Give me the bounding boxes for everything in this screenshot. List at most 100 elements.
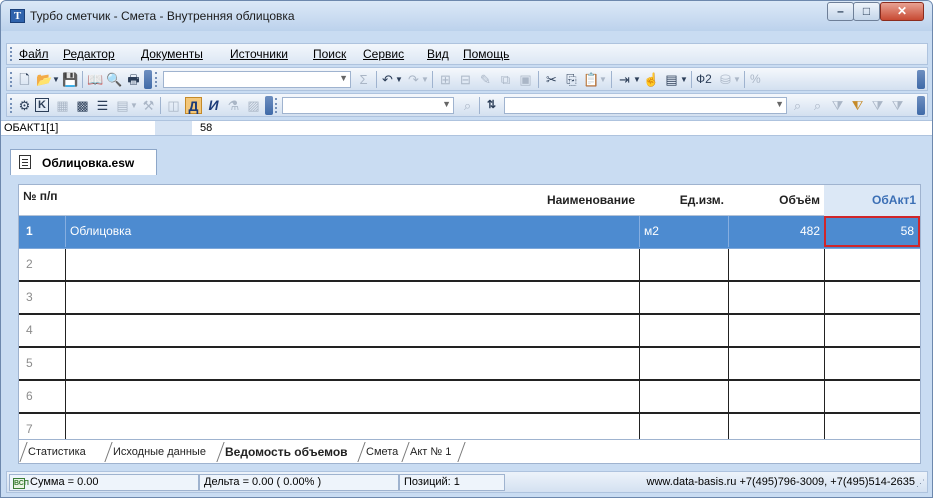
list-dropdown-icon[interactable]: ▼ (130, 97, 138, 114)
filter-combo[interactable]: ▼ (282, 97, 454, 114)
toolbar-overflow-icon[interactable] (917, 96, 925, 115)
table-row[interactable]: 2 (19, 249, 920, 282)
cell-unit[interactable] (639, 315, 728, 346)
column-header-unit[interactable]: Ед.изм. (639, 185, 728, 216)
cut-icon[interactable]: ✂ (543, 71, 560, 88)
new-document-icon[interactable]: 🗋 (16, 71, 33, 88)
tree-icon[interactable]: ☰ (94, 97, 111, 114)
cell-name[interactable] (65, 348, 639, 379)
open-dropdown-icon[interactable]: ▼ (52, 71, 60, 88)
search-combo[interactable]: ▼ (504, 97, 787, 114)
filter-off-icon[interactable]: ⧩ (829, 97, 846, 114)
row-number[interactable]: 6 (19, 381, 65, 412)
cell-unit[interactable]: м2 (639, 216, 728, 247)
toolbar-grip[interactable] (155, 72, 158, 87)
row-number[interactable]: 2 (19, 249, 65, 280)
properties-icon[interactable]: ⚙ (16, 97, 33, 114)
undo-dropdown-icon[interactable]: ▼ (395, 71, 403, 88)
cell-name[interactable] (65, 414, 639, 439)
menu-sources[interactable]: Источники (230, 47, 288, 61)
book-icon[interactable]: 📖 (87, 71, 104, 88)
print-preview-icon[interactable]: 🔍 (106, 71, 123, 88)
cell-unit[interactable] (639, 381, 728, 412)
filter-clear-icon[interactable]: ⧩ (889, 97, 906, 114)
cell-volume[interactable] (728, 282, 824, 313)
binoculars-icon[interactable]: ⌕ (459, 97, 476, 114)
sort-icon[interactable]: ⇅ (483, 97, 500, 114)
open-folder-icon[interactable]: 📂 (36, 71, 53, 88)
resize-grip-icon[interactable]: ⋰ (916, 478, 925, 489)
bold-button[interactable]: Д (185, 97, 202, 114)
close-button[interactable]: ✕ (880, 2, 924, 21)
cell-unit[interactable] (639, 249, 728, 280)
menu-view[interactable]: Вид (427, 47, 449, 61)
tab-source-data[interactable]: Исходные данные (113, 443, 206, 461)
cell-volume[interactable] (728, 381, 824, 412)
cell-volume[interactable] (728, 249, 824, 280)
search-next-icon[interactable]: ⌕ (809, 97, 826, 114)
row-number[interactable]: 5 (19, 348, 65, 379)
toolbar-overflow-icon[interactable] (917, 70, 925, 89)
filter-icon[interactable]: ⧨ (849, 97, 866, 114)
search-binoculars-icon[interactable]: ⌕ (789, 97, 806, 114)
font-combo[interactable]: ▼ (163, 71, 351, 88)
cell-name-box[interactable]: ОБАКТ1[1] (2, 121, 156, 135)
filter-edit-icon[interactable]: ⧩ (869, 97, 886, 114)
table-row[interactable]: 6 (19, 381, 920, 414)
copy-icon[interactable]: ⎘ (563, 71, 580, 88)
menu-search[interactable]: Поиск (313, 47, 346, 61)
toolbar-grip[interactable] (10, 98, 13, 113)
find-next-icon[interactable]: ⊟ (457, 71, 474, 88)
cell-unit[interactable] (639, 348, 728, 379)
column-header-num[interactable]: № п/п (23, 185, 65, 216)
cell-act[interactable] (824, 381, 920, 412)
save-icon[interactable]: 💾 (62, 71, 79, 88)
minimize-button[interactable]: – (827, 2, 854, 21)
tab-estimate[interactable]: Смета (366, 443, 398, 461)
toolbar-overflow-icon[interactable] (265, 96, 273, 115)
image-icon[interactable]: ▨ (245, 97, 262, 114)
document-tab[interactable]: Облицовка.esw (10, 149, 157, 175)
cell-name[interactable] (65, 249, 639, 280)
toolbar-grip[interactable] (10, 72, 13, 87)
row-number[interactable]: 7 (19, 414, 65, 439)
cell-volume[interactable] (728, 348, 824, 379)
table-row[interactable]: 1 Облицовка м2 482 58 (19, 216, 920, 249)
cell-act[interactable] (824, 249, 920, 280)
table-row[interactable]: 5 (19, 348, 920, 381)
cell-volume[interactable]: 482 (728, 216, 824, 247)
cell-act[interactable]: 58 (824, 216, 920, 247)
menu-grip[interactable] (10, 47, 13, 61)
insert-dropdown-icon[interactable]: ▼ (633, 71, 641, 88)
print-icon[interactable]: 🖶 (125, 71, 142, 88)
table-row[interactable]: 3 (19, 282, 920, 315)
title-bar[interactable]: T Турбо сметчик - Смета - Внутренняя обл… (1, 1, 932, 31)
cell-act[interactable] (824, 282, 920, 313)
row-number[interactable]: 3 (19, 282, 65, 313)
calculator-dropdown-icon[interactable]: ▼ (680, 71, 688, 88)
italic-button[interactable]: И (205, 97, 222, 114)
cell-unit[interactable] (639, 414, 728, 439)
menu-help[interactable]: Помощь (463, 47, 509, 61)
cell-value-field[interactable]: 58 (200, 121, 212, 135)
frame-icon[interactable]: ◫ (165, 97, 182, 114)
cell-name[interactable]: Облицовка (65, 216, 639, 247)
cell-name[interactable] (65, 282, 639, 313)
tab-statistics[interactable]: Статистика (28, 443, 86, 461)
coins-dropdown-icon[interactable]: ▼ (733, 71, 741, 88)
coins-icon[interactable]: ⛁ (717, 71, 734, 88)
percent-button[interactable]: % (750, 71, 761, 88)
cell-volume[interactable] (728, 315, 824, 346)
find-icon[interactable]: ⊞ (437, 71, 454, 88)
column-header-volume[interactable]: Объём (728, 185, 824, 216)
cell-act[interactable] (824, 348, 920, 379)
toolbar-overflow-icon[interactable] (144, 70, 152, 89)
column-header-name[interactable]: Наименование (65, 185, 639, 216)
menu-documents[interactable]: Документы (141, 47, 203, 61)
undo-icon[interactable]: ↶ (379, 71, 396, 88)
calculator-icon[interactable]: ▤ (663, 71, 680, 88)
replace-icon[interactable]: ✎ (477, 71, 494, 88)
cell-act[interactable] (824, 315, 920, 346)
toolbar-grip[interactable] (275, 98, 278, 113)
tab-volume-statement[interactable]: Ведомость объемов (225, 443, 348, 461)
